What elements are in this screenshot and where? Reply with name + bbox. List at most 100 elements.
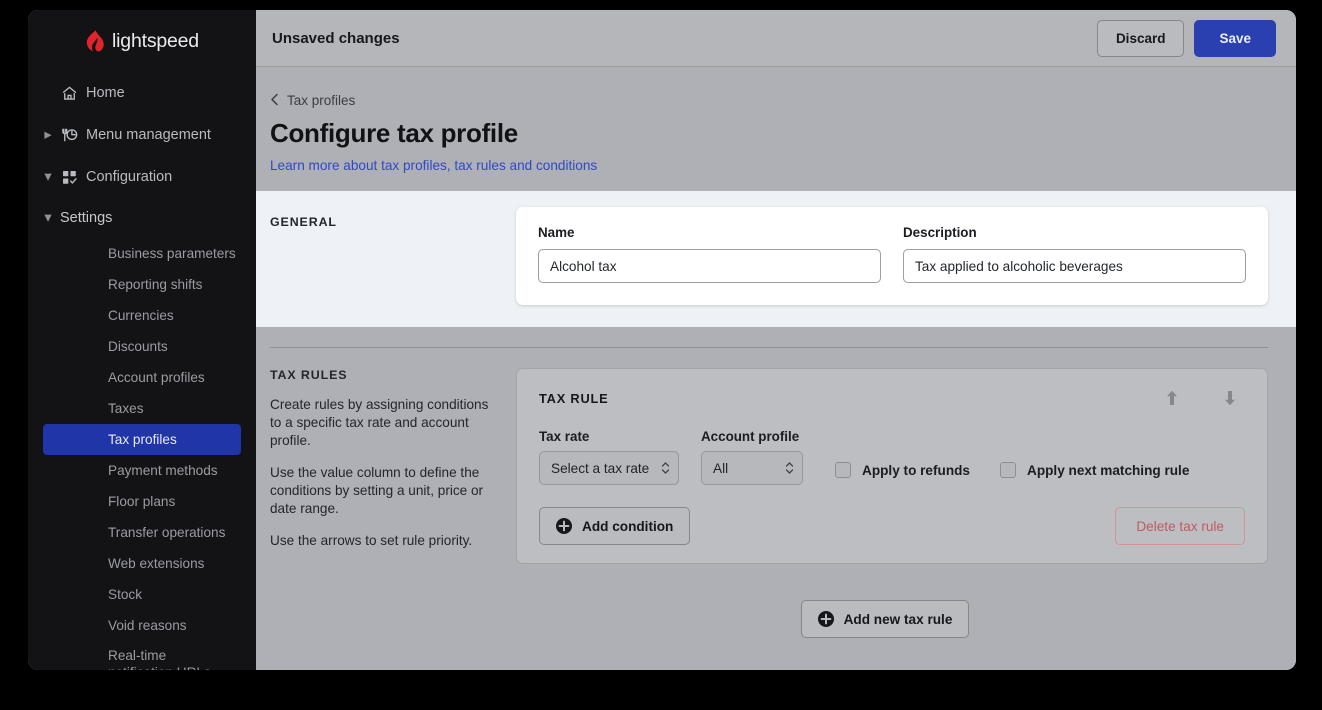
sidebar-item-currencies[interactable]: Currencies — [43, 300, 241, 331]
sidebar-item-reporting-shifts[interactable]: Reporting shifts — [43, 269, 241, 300]
sidebar-item-discounts[interactable]: Discounts — [43, 331, 241, 362]
tax-rules-section: TAX RULES Create rules by assigning cond… — [256, 348, 1296, 564]
account-profile-value: All — [713, 460, 729, 476]
sidebar-item-real-time-notification-urls[interactable]: Real-time notification URLs — [43, 641, 241, 670]
sidebar-sub-label: Business parameters — [108, 246, 236, 261]
description-label: Description — [903, 225, 977, 240]
breadcrumb-label: Tax profiles — [287, 93, 356, 108]
sidebar-item-tax-profiles[interactable]: Tax profiles — [43, 424, 241, 455]
tax-rule-card: TAX RULE Tax rate Select a tax rate Acco… — [516, 368, 1268, 564]
arrow-down-icon[interactable] — [1215, 385, 1245, 411]
stepper-icon — [661, 461, 670, 475]
plus-circle-icon — [817, 611, 834, 627]
chevron-left-icon — [270, 93, 279, 108]
sidebar-sub-label: Void reasons — [108, 618, 187, 633]
general-section: GENERAL Name Description — [256, 191, 1296, 327]
sidebar-item-home-label: Home — [86, 85, 125, 101]
sidebar-item-configuration-label: Configuration — [86, 169, 173, 185]
sidebar-item-menu-management-label: Menu management — [86, 127, 211, 143]
sidebar-sub-label: Stock — [108, 587, 142, 602]
add-new-tax-rule-row: Add new tax rule — [256, 600, 1296, 638]
description-input[interactable] — [903, 249, 1246, 283]
tax-rule-title: TAX RULE — [539, 390, 609, 406]
tax-rate-label: Tax rate — [539, 429, 590, 444]
tax-rules-paragraph-2: Use the value column to define the condi… — [270, 465, 484, 516]
apply-to-refunds-checkbox[interactable] — [835, 462, 851, 478]
add-new-tax-rule-button[interactable]: Add new tax rule — [800, 600, 970, 638]
sidebar-sub-label: Real-time notification URLs — [108, 648, 211, 670]
tax-rate-value: Select a tax rate — [551, 460, 650, 476]
sidebar-sub-label: Discounts — [108, 339, 168, 354]
sidebar-item-void-reasons[interactable]: Void reasons — [43, 610, 241, 641]
sidebar-item-home[interactable]: Home — [28, 72, 256, 114]
sidebar-item-stock[interactable]: Stock — [43, 579, 241, 610]
learn-more-link[interactable]: Learn more about tax profiles, tax rules… — [270, 158, 597, 173]
delete-tax-rule-button[interactable]: Delete tax rule — [1115, 507, 1245, 545]
name-input[interactable] — [538, 249, 881, 283]
apply-next-matching-rule-checkbox[interactable] — [1000, 462, 1016, 478]
sidebar-item-menu-management[interactable]: ▸ Menu management — [28, 114, 256, 156]
main-content: Unsaved changes Discard Save Tax profile… — [256, 10, 1296, 670]
stepper-icon — [785, 461, 794, 475]
tax-rule-card-footer: Add condition Delete tax rule — [539, 507, 1245, 545]
breadcrumb[interactable]: Tax profiles — [270, 93, 355, 108]
account-profile-group: Account profile All — [701, 429, 803, 485]
chevron-down-icon[interactable]: ▾ — [40, 169, 56, 185]
menu-management-icon — [56, 126, 82, 144]
sidebar-sub-label: Tax profiles — [108, 432, 177, 447]
name-label: Name — [538, 225, 575, 240]
page-title: Configure tax profile — [270, 118, 518, 148]
sidebar-item-account-profiles[interactable]: Account profiles — [43, 362, 241, 393]
page-scroll-area: Tax profiles Configure tax profile Learn… — [256, 67, 1296, 670]
add-condition-label: Add condition — [582, 518, 674, 534]
sidebar-sub-label: Transfer operations — [108, 525, 226, 540]
sidebar: lightspeed Home ▸ Menu management ▾ Conf… — [28, 10, 256, 670]
sidebar-item-web-extensions[interactable]: Web extensions — [43, 548, 241, 579]
save-button[interactable]: Save — [1194, 19, 1276, 57]
tax-rule-card-header: TAX RULE — [539, 385, 1245, 411]
sidebar-item-settings[interactable]: ▾ Settings — [28, 198, 256, 238]
account-profile-select[interactable]: All — [701, 451, 803, 485]
discard-button[interactable]: Discard — [1096, 19, 1185, 57]
tax-rate-group: Tax rate Select a tax rate — [539, 429, 679, 485]
sidebar-item-taxes[interactable]: Taxes — [43, 393, 241, 424]
general-card: Name Description — [516, 207, 1268, 305]
tax-rules-description: TAX RULES Create rules by assigning cond… — [270, 368, 516, 564]
chevron-right-icon[interactable]: ▸ — [40, 127, 56, 143]
account-profile-label: Account profile — [701, 429, 800, 444]
sidebar-sub-label: Reporting shifts — [108, 277, 203, 292]
tax-rate-select[interactable]: Select a tax rate — [539, 451, 679, 485]
settings-chevron-down-icon[interactable]: ▾ — [40, 210, 56, 226]
sidebar-sub-label: Currencies — [108, 308, 174, 323]
sidebar-item-settings-label: Settings — [60, 210, 113, 226]
sidebar-item-configuration[interactable]: ▾ Configuration — [28, 156, 256, 198]
sidebar-item-payment-methods[interactable]: Payment methods — [43, 455, 241, 486]
application-window: lightspeed Home ▸ Menu management ▾ Conf… — [28, 10, 1296, 670]
configuration-icon — [56, 169, 82, 186]
brand-name: lightspeed — [112, 29, 199, 52]
apply-next-matching-rule-label: Apply next matching rule — [1027, 462, 1190, 478]
apply-to-refunds-checkbox-group[interactable]: Apply to refunds — [835, 462, 970, 485]
unsaved-changes-status: Unsaved changes — [272, 29, 400, 47]
sidebar-sub-label: Floor plans — [108, 494, 176, 509]
description-field-group: Description — [903, 225, 1246, 283]
sidebar-sub-label: Payment methods — [108, 463, 218, 478]
arrow-up-icon[interactable] — [1157, 385, 1187, 411]
plus-circle-icon — [556, 518, 572, 534]
tax-rules-paragraph-3: Use the arrows to set rule priority. — [270, 533, 473, 548]
sidebar-sub-label: Taxes — [108, 401, 144, 416]
sidebar-item-business-parameters[interactable]: Business parameters — [43, 238, 241, 269]
sidebar-item-transfer-operations[interactable]: Transfer operations — [43, 517, 241, 548]
home-icon — [56, 85, 82, 102]
name-field-group: Name — [538, 225, 881, 283]
apply-next-matching-rule-checkbox-group[interactable]: Apply next matching rule — [1000, 462, 1189, 485]
general-section-label: GENERAL — [270, 215, 337, 229]
unsaved-changes-bar: Unsaved changes Discard Save — [256, 10, 1296, 67]
sidebar-item-floor-plans[interactable]: Floor plans — [43, 486, 241, 517]
add-condition-button[interactable]: Add condition — [539, 507, 691, 545]
tax-rule-controls: Tax rate Select a tax rate Account profi… — [539, 429, 1245, 485]
lightspeed-flame-logo-icon — [86, 30, 104, 52]
tax-rules-paragraph-1: Create rules by assigning conditions to … — [270, 397, 489, 448]
brand-logo[interactable]: lightspeed — [28, 18, 256, 64]
apply-to-refunds-label: Apply to refunds — [862, 462, 970, 478]
